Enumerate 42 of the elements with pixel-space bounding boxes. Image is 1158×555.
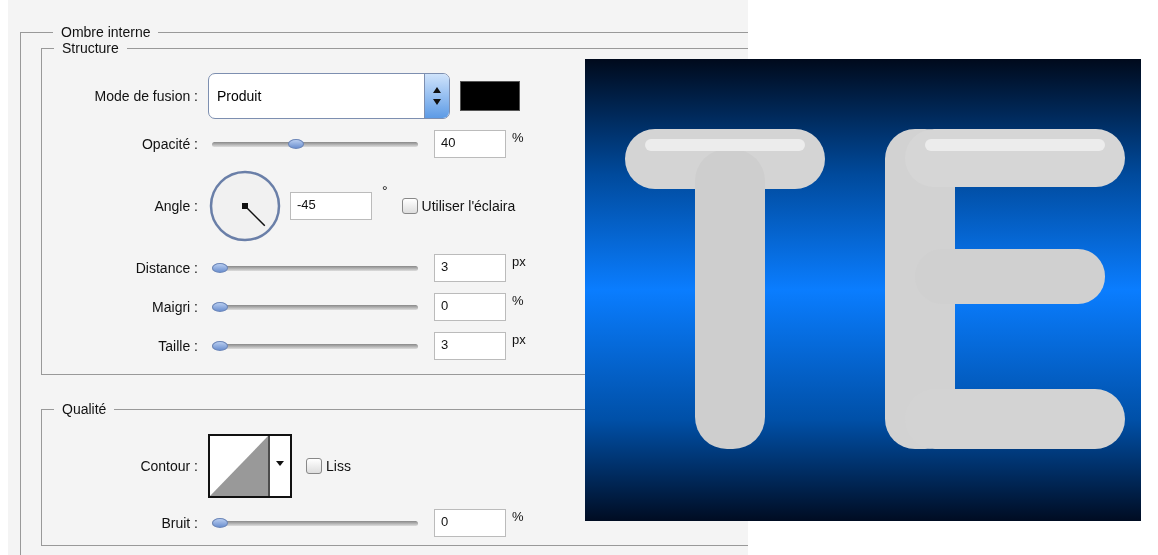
value-field[interactable]: 3 [434, 254, 506, 282]
field-label: Distance : [134, 260, 199, 276]
value-field[interactable]: 3 [434, 332, 506, 360]
section-title: Structure [61, 40, 120, 56]
slider-thumb[interactable] [288, 139, 304, 149]
contour-picker[interactable] [208, 434, 292, 498]
unit-label: px [512, 332, 526, 347]
slider-thumb[interactable] [212, 518, 228, 528]
slider-thumb[interactable] [212, 302, 228, 312]
field-label: Contour : [139, 458, 199, 474]
unit-label: % [512, 130, 524, 145]
stepper-icon [424, 74, 449, 118]
field-label: Opacité : [140, 136, 199, 152]
slider-thumb[interactable] [212, 263, 228, 273]
field-label: Taille : [157, 338, 199, 354]
unit-label: % [512, 293, 524, 308]
group-title: Ombre interne [60, 24, 152, 40]
slider[interactable] [212, 517, 418, 529]
field-label: Maigri : [151, 299, 199, 315]
slider[interactable] [212, 262, 418, 274]
checkbox-label: Liss [326, 458, 351, 474]
field-label: Angle : [153, 198, 199, 214]
degree-label: ° [382, 183, 388, 199]
color-swatch[interactable] [460, 81, 520, 111]
slider-thumb[interactable] [212, 341, 228, 351]
value-field[interactable]: 0 [434, 509, 506, 537]
value-field[interactable]: 0 [434, 293, 506, 321]
slider[interactable] [212, 138, 418, 150]
section-title: Qualité [61, 401, 108, 417]
unit-label: px [512, 254, 526, 269]
field-label: Bruit : [160, 515, 199, 531]
value-field[interactable]: 40 [434, 130, 506, 158]
blend-mode-select[interactable]: Produit [208, 73, 450, 119]
angle-field[interactable]: -45 [290, 192, 372, 220]
checkbox-label: Utiliser l'éclaira [421, 198, 516, 214]
slider[interactable] [212, 340, 418, 352]
angle-dial[interactable] [208, 169, 282, 243]
field-label: Mode de fusion : [93, 88, 199, 104]
slider[interactable] [212, 301, 418, 313]
unit-label: % [512, 509, 524, 524]
checkbox[interactable] [401, 198, 418, 214]
checkbox[interactable] [306, 458, 322, 474]
